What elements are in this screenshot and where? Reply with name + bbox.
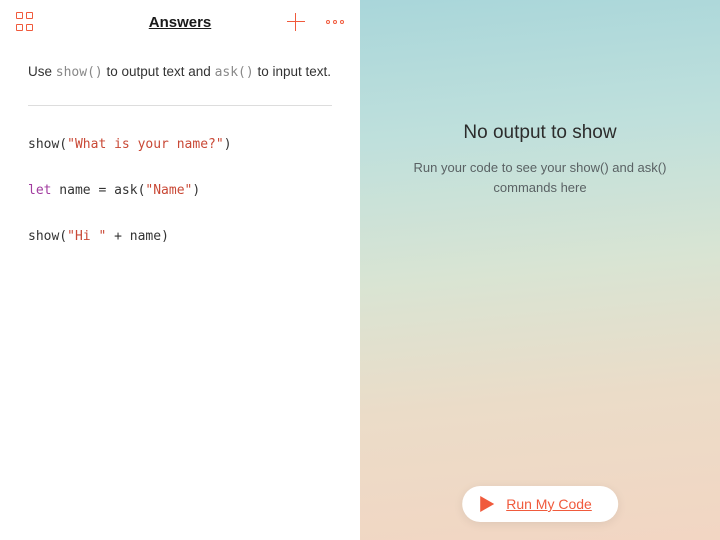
- editor-panel: Answers Use show() to output text and as…: [0, 0, 360, 540]
- editor-header: Answers: [0, 0, 360, 44]
- instruction-text: Use show() to output text and ask() to i…: [28, 62, 332, 83]
- code-keyword: let: [28, 183, 51, 198]
- inline-code: show(): [56, 65, 103, 80]
- code-string: "What is your name?": [67, 137, 224, 152]
- run-button[interactable]: Run My Code: [462, 486, 618, 522]
- inline-code: ask(): [215, 65, 254, 80]
- instruction-part: Use: [28, 64, 56, 79]
- code-line: show("Hi " + name): [28, 228, 332, 246]
- code-token: + name): [106, 229, 169, 244]
- output-panel: No output to show Run your code to see y…: [360, 0, 720, 540]
- code-token: show(: [28, 229, 67, 244]
- code-string: "Hi ": [67, 229, 106, 244]
- editor-content: Use show() to output text and ask() to i…: [0, 44, 360, 292]
- run-button-label: Run My Code: [506, 496, 592, 512]
- code-token: ): [192, 183, 200, 198]
- output-empty-state: No output to show Run your code to see y…: [360, 122, 720, 197]
- divider: [28, 105, 332, 106]
- grid-icon[interactable]: [16, 12, 36, 32]
- play-icon: [480, 496, 494, 512]
- code-token: ): [224, 137, 232, 152]
- output-subtitle: Run your code to see your show() and ask…: [390, 158, 690, 197]
- code-token: name = ask(: [51, 183, 145, 198]
- code-string: "Name": [145, 183, 192, 198]
- instruction-part: to output text and: [103, 64, 215, 79]
- output-title: No output to show: [390, 122, 690, 144]
- plus-icon[interactable]: [286, 12, 306, 32]
- code-block[interactable]: show("What is your name?") let name = as…: [28, 136, 332, 247]
- code-line: show("What is your name?"): [28, 136, 332, 154]
- instruction-part: to input text.: [254, 64, 331, 79]
- code-token: show(: [28, 137, 67, 152]
- more-icon[interactable]: [326, 20, 344, 24]
- code-line: let name = ask("Name"): [28, 182, 332, 200]
